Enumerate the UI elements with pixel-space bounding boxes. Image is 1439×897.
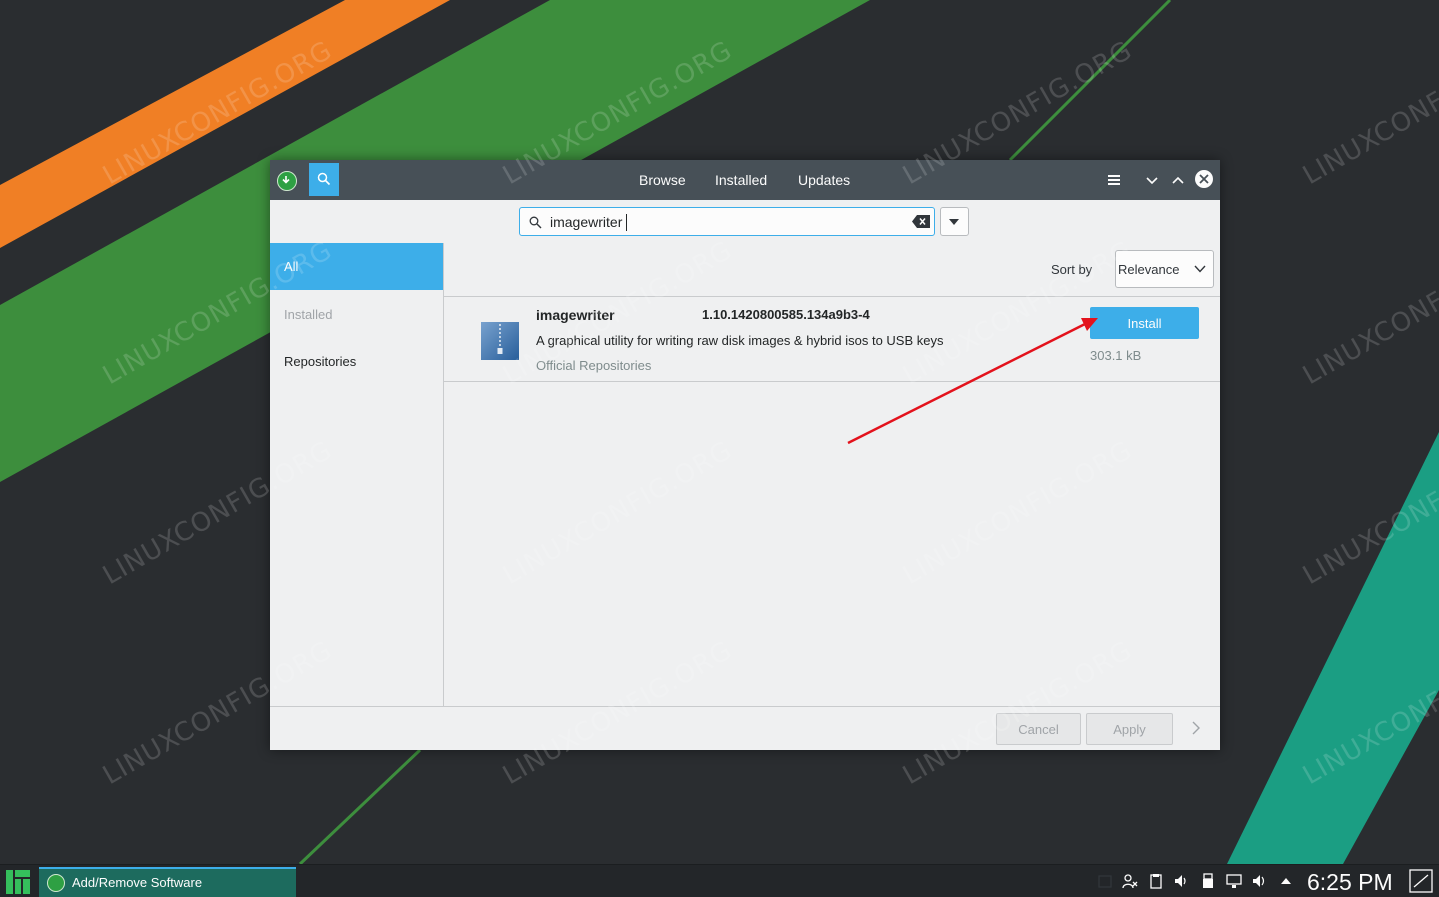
annotation-arrow xyxy=(847,318,1098,445)
